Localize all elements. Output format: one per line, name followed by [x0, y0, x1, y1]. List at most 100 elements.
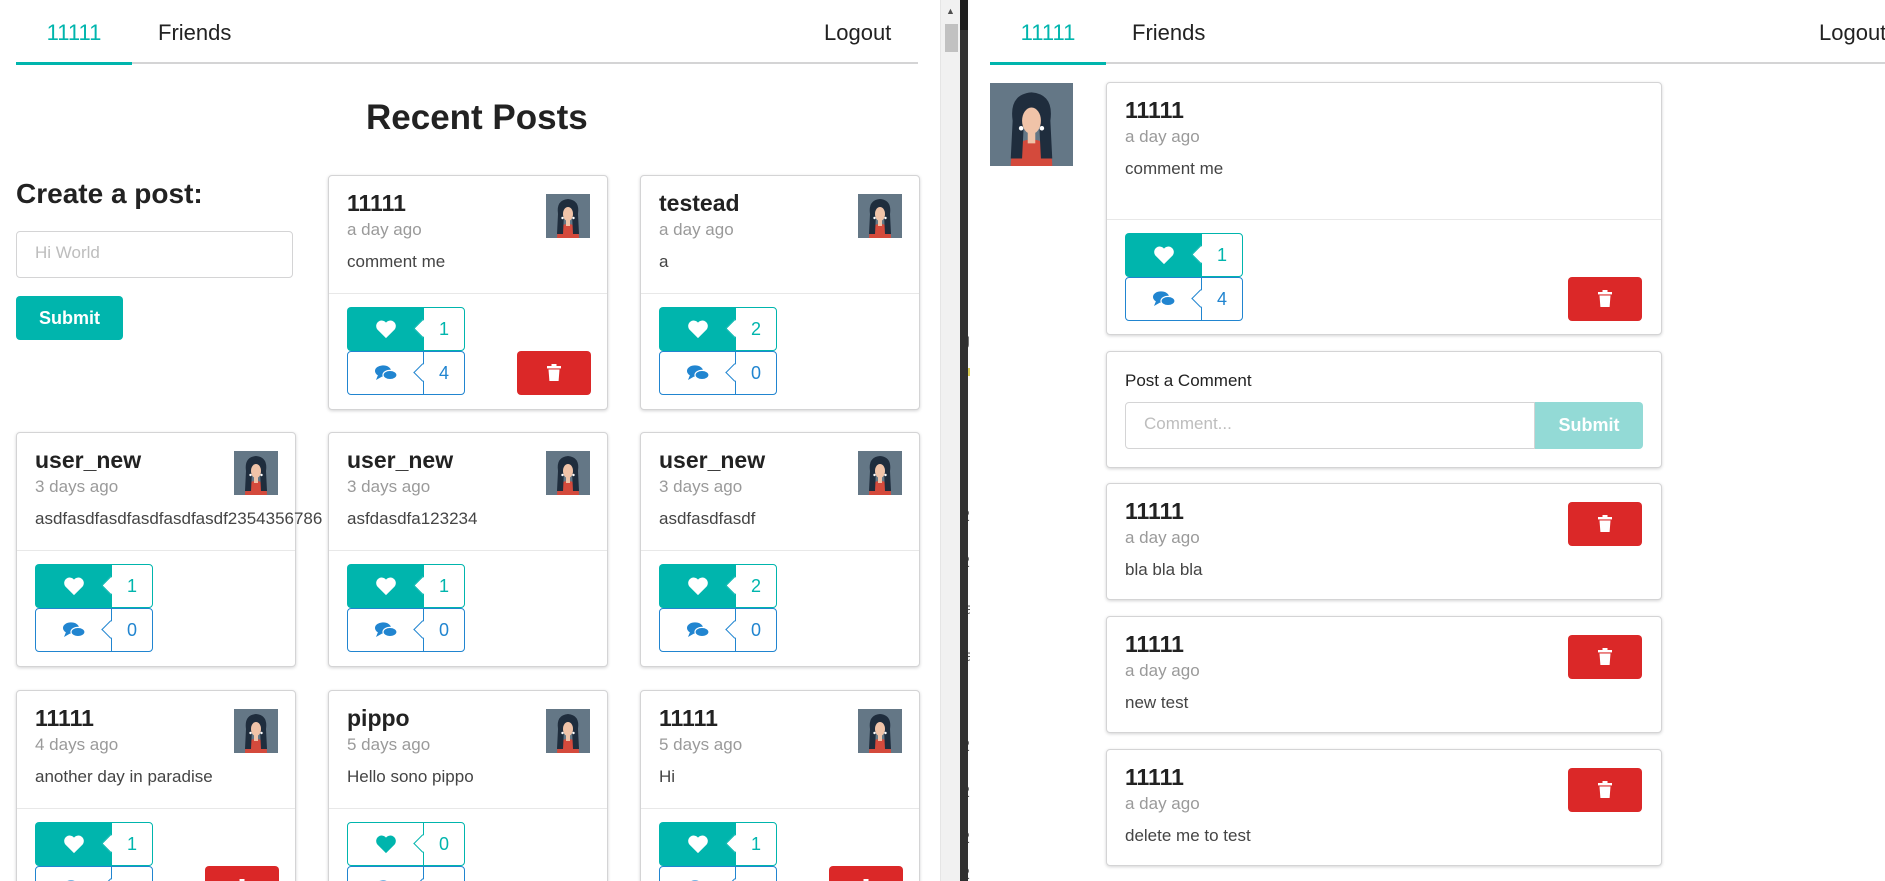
submit-post-button[interactable]: Submit: [16, 296, 123, 340]
scrollbar-thumb[interactable]: [945, 24, 958, 52]
post-content: comment me: [1125, 159, 1224, 178]
post-input[interactable]: Hi World: [16, 231, 293, 278]
post-author[interactable]: 11111: [1125, 97, 1184, 124]
post-author[interactable]: 11111: [35, 705, 94, 732]
user-avatar-image: [858, 194, 902, 238]
heart-icon: [659, 307, 736, 351]
post-author[interactable]: 11111: [347, 190, 406, 217]
trash-icon: [1598, 781, 1612, 798]
like-button[interactable]: 1: [35, 822, 153, 866]
delete-post-button[interactable]: [829, 866, 903, 881]
post-content: asdfasdfasdf: [659, 509, 756, 528]
avatar[interactable]: [546, 451, 590, 495]
comment-button[interactable]: 4: [347, 351, 465, 395]
trash-icon: [1598, 515, 1612, 532]
delete-comment-button[interactable]: [1568, 502, 1642, 546]
comment-button[interactable]: 0: [35, 608, 153, 652]
window-divider[interactable]: [960, 0, 968, 881]
comment-button[interactable]: 0: [659, 351, 777, 395]
heart-icon: [1125, 233, 1202, 277]
post-time: 3 days ago: [659, 477, 743, 496]
trash-icon: [1598, 648, 1612, 665]
menu-item-home[interactable]: 11111: [16, 14, 132, 65]
comments-icon: [347, 866, 424, 881]
comment-button[interactable]: 0: [347, 608, 465, 652]
avatar[interactable]: [858, 194, 902, 238]
post-card: 11111 a day ago comment me 1 4: [328, 175, 608, 410]
trash-icon: [547, 364, 561, 381]
post-content: a: [659, 252, 669, 271]
avatar[interactable]: [858, 709, 902, 753]
comment-button[interactable]: 0: [659, 608, 777, 652]
post-content: asdfasdfasdfasdfasdfasdf2354356786: [35, 509, 323, 528]
post-author[interactable]: user_new: [35, 447, 141, 474]
comment-button[interactable]: [659, 866, 777, 881]
like-button[interactable]: 0: [347, 822, 465, 866]
comments-icon: [35, 866, 112, 881]
comment-content: bla bla bla: [1125, 560, 1203, 579]
comment-author[interactable]: 11111: [1125, 764, 1184, 791]
scrollbar[interactable]: ▲: [940, 0, 960, 881]
comment-input[interactable]: Comment...: [1125, 402, 1535, 449]
post-author[interactable]: testead: [659, 190, 740, 217]
post-author[interactable]: user_new: [347, 447, 453, 474]
divider: [329, 293, 607, 294]
submit-comment-button[interactable]: Submit: [1535, 402, 1643, 449]
trash-icon: [1598, 290, 1612, 307]
post-card: 11111 4 days ago another day in paradise…: [16, 690, 296, 881]
scroll-up-arrow-icon[interactable]: ▲: [946, 6, 955, 16]
like-button[interactable]: 1: [347, 564, 465, 608]
avatar[interactable]: [234, 709, 278, 753]
heart-icon: [659, 564, 736, 608]
user-avatar-image: [858, 709, 902, 753]
post-card: testead a day ago a 2 0: [640, 175, 920, 410]
user-avatar-image: [546, 451, 590, 495]
menu-item-logout[interactable]: Logout: [1819, 14, 1885, 52]
comment-form-card: Post a Comment Comment... Submit: [1106, 351, 1662, 468]
post-detail-card: 11111 a day ago comment me 1 4: [1106, 82, 1662, 335]
avatar[interactable]: [234, 451, 278, 495]
comments-icon: [347, 351, 424, 395]
left-window: 11111 Friends Logout Recent Posts Create…: [0, 0, 940, 881]
menu-item-logout[interactable]: Logout: [824, 14, 891, 52]
avatar[interactable]: [546, 709, 590, 753]
divider: [17, 808, 295, 809]
user-avatar-image: [546, 709, 590, 753]
menu-item-home[interactable]: 11111: [990, 14, 1106, 65]
comment-content: delete me to test: [1125, 826, 1251, 845]
delete-post-button[interactable]: [1568, 277, 1642, 321]
like-button[interactable]: 1: [347, 307, 465, 351]
post-time: a day ago: [347, 220, 422, 239]
post-author[interactable]: 11111: [659, 705, 718, 732]
comment-button[interactable]: [347, 866, 465, 881]
window-divider-top: [960, 0, 968, 30]
delete-post-button[interactable]: [517, 351, 591, 395]
post-card: user_new 3 days ago asfdasdfa123234 1 0: [328, 432, 608, 667]
avatar[interactable]: [858, 451, 902, 495]
like-button[interactable]: 1: [1125, 233, 1243, 277]
like-button[interactable]: 1: [35, 564, 153, 608]
menu-item-friends[interactable]: Friends: [158, 14, 231, 52]
like-button[interactable]: 1: [659, 822, 777, 866]
like-button[interactable]: 2: [659, 564, 777, 608]
post-content: Hello sono pippo: [347, 767, 474, 786]
comments-icon: [347, 608, 424, 652]
avatar[interactable]: [546, 194, 590, 238]
comment-button[interactable]: [35, 866, 153, 881]
divider: [641, 293, 919, 294]
delete-comment-button[interactable]: [1568, 635, 1642, 679]
comment-author[interactable]: 11111: [1125, 498, 1184, 525]
comment-count: [423, 866, 465, 881]
post-author[interactable]: user_new: [659, 447, 765, 474]
post-time: a day ago: [659, 220, 734, 239]
menu-item-friends[interactable]: Friends: [1132, 14, 1205, 52]
comment-author[interactable]: 11111: [1125, 631, 1184, 658]
like-button[interactable]: 2: [659, 307, 777, 351]
post-author[interactable]: pippo: [347, 705, 410, 732]
delete-comment-button[interactable]: [1568, 768, 1642, 812]
top-menu: 11111 Friends Logout: [16, 0, 918, 65]
delete-post-button[interactable]: [205, 866, 279, 881]
comment-card: 11111 a day ago delete me to test: [1106, 749, 1662, 866]
post-card: user_new 3 days ago asdfasdfasdfasdfasdf…: [16, 432, 322, 667]
comment-button[interactable]: 4: [1125, 277, 1243, 321]
